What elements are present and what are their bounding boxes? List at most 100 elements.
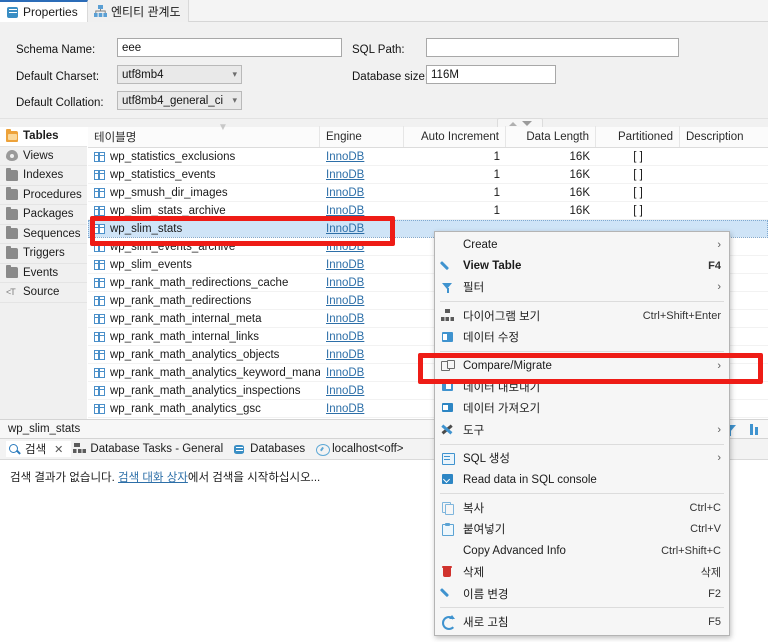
table-row-name-cell[interactable]: wp_rank_math_redirections [88,292,320,310]
table-row-engine-cell[interactable]: InnoDB [320,148,404,166]
table-row-partitioned-cell[interactable]: [ ] [596,148,680,166]
table-row-engine-cell[interactable]: InnoDB [320,166,404,184]
table-row-name-cell[interactable]: wp_rank_math_internal_meta [88,310,320,328]
nav-item-views[interactable]: Views [0,147,87,166]
table-row[interactable]: wp_smush_dir_images InnoDB 1 16K[ ] [88,184,768,202]
table-row-engine-cell[interactable]: InnoDB [320,346,404,364]
menu-item-붙여넣기[interactable]: 붙여넣기 Ctrl+V [435,519,729,540]
table-row-name-cell[interactable]: wp_rank_math_redirections_cache [88,274,320,292]
engine-link[interactable]: InnoDB [326,349,364,361]
table-row-auto-increment-cell[interactable]: 1 [404,148,506,166]
table-row-engine-cell[interactable]: InnoDB [320,256,404,274]
default-charset-select[interactable]: utf8mb4 ▾ [117,65,242,84]
bottom-tab-database-tasks[interactable]: Database Tasks - General [71,442,231,456]
collapse-up-icon[interactable] [508,121,517,126]
table-row-name-cell[interactable]: wp_rank_math_analytics_objects [88,346,320,364]
table-row-description-cell[interactable] [680,166,768,184]
column-header-name[interactable]: 테이블명 ▼ [88,122,320,147]
table-row-partitioned-cell[interactable]: [ ] [596,202,680,220]
menu-item-copy-advanced-info[interactable]: Copy Advanced Info Ctrl+Shift+C [435,540,729,561]
sql-path-input[interactable] [426,38,679,57]
table-row[interactable]: wp_slim_stats_archive InnoDB 1 16K[ ] [88,202,768,220]
table-row-name-cell[interactable]: wp_rank_math_internal_links [88,328,320,346]
menu-item-view-table[interactable]: View Table F4 [435,255,729,276]
column-header-description[interactable]: Description [680,126,768,147]
table-row-auto-increment-cell[interactable]: 1 [404,166,506,184]
table-row-auto-increment-cell[interactable]: 1 [404,202,506,220]
table-row-data-length-cell[interactable]: 16K [506,184,596,202]
engine-link[interactable]: InnoDB [326,295,364,307]
nav-item-indexes[interactable]: Indexes [0,166,87,186]
table-row-description-cell[interactable] [680,202,768,220]
menu-item-다이어그램-보기[interactable]: 다이어그램 보기 Ctrl+Shift+Enter [435,305,729,326]
table-row-name-cell[interactable]: wp_slim_stats [88,220,320,238]
engine-link[interactable]: InnoDB [326,277,364,289]
table-row-partitioned-cell[interactable]: [ ] [596,166,680,184]
table-row[interactable]: wp_statistics_events InnoDB 1 16K[ ] [88,166,768,184]
tab-entity-diagram[interactable]: 엔티티 관계도 [88,0,189,22]
nav-item-packages[interactable]: Packages [0,205,87,225]
menu-item-복사[interactable]: 복사 Ctrl+C [435,497,729,518]
menu-item-데이터-가져오기[interactable]: 데이터 가져오기 [435,398,729,419]
menu-item-이름-변경[interactable]: 이름 변경 F2 [435,583,729,604]
menu-item-sql-생성[interactable]: SQL 생성 › [435,448,729,469]
menu-item-compare/migrate[interactable]: Compare/Migrate › [435,355,729,376]
table-row-engine-cell[interactable]: InnoDB [320,274,404,292]
menu-item-create[interactable]: Create › [435,234,729,255]
bottom-tab-localhost[interactable]: localhost<off> [313,443,411,456]
table-row-auto-increment-cell[interactable]: 1 [404,184,506,202]
column-header-engine[interactable]: Engine [320,126,404,147]
default-collation-select[interactable]: utf8mb4_general_ci ▾ [117,91,242,110]
table-row-name-cell[interactable]: wp_smush_dir_images [88,184,320,202]
bottom-tab-search[interactable]: 검색 ✕ [6,441,72,457]
table-row-engine-cell[interactable]: InnoDB [320,184,404,202]
table-row-engine-cell[interactable]: InnoDB [320,220,404,238]
columns-icon[interactable] [748,423,762,437]
table-row-partitioned-cell[interactable]: [ ] [596,184,680,202]
engine-link[interactable]: InnoDB [326,313,364,325]
table-row-name-cell[interactable]: wp_rank_math_analytics_keyword_manager [88,364,320,382]
engine-link[interactable]: InnoDB [326,403,364,415]
nav-item-sequences[interactable]: Sequences [0,225,87,244]
menu-item-데이터-수정[interactable]: 데이터 수정 [435,327,729,348]
table-row[interactable]: wp_statistics_exclusions InnoDB 1 16K[ ] [88,148,768,166]
table-row-name-cell[interactable]: wp_rank_math_analytics_inspections [88,382,320,400]
schema-name-input[interactable]: eee [117,38,342,57]
engine-link[interactable]: InnoDB [326,169,364,181]
table-row-engine-cell[interactable]: InnoDB [320,382,404,400]
table-row-engine-cell[interactable]: InnoDB [320,238,404,256]
engine-link[interactable]: InnoDB [326,259,364,271]
engine-link[interactable]: InnoDB [326,205,364,217]
column-header-auto-increment[interactable]: Auto Increment [404,126,506,147]
engine-link[interactable]: InnoDB [326,385,364,397]
table-row-description-cell[interactable] [680,184,768,202]
menu-item-새로-고침[interactable]: 새로 고침 F5 [435,611,729,632]
engine-link[interactable]: InnoDB [326,223,364,235]
table-row-data-length-cell[interactable]: 16K [506,202,596,220]
nav-item-events[interactable]: Events [0,264,87,283]
close-icon[interactable]: ✕ [54,443,63,456]
menu-item-필터[interactable]: 필터 › [435,277,729,298]
engine-link[interactable]: InnoDB [326,187,364,199]
engine-link[interactable]: InnoDB [326,241,364,253]
nav-item-procedures[interactable]: Procedures [0,186,87,205]
column-header-partitioned[interactable]: Partitioned [596,126,680,147]
nav-item-tables[interactable]: Tables [0,127,87,147]
table-row-description-cell[interactable] [680,148,768,166]
menu-item-삭제[interactable]: 삭제 삭제 [435,561,729,582]
table-row-engine-cell[interactable]: InnoDB [320,310,404,328]
table-row-data-length-cell[interactable]: 16K [506,148,596,166]
table-row-name-cell[interactable]: wp_slim_stats_archive [88,202,320,220]
engine-link[interactable]: InnoDB [326,331,364,343]
table-row-engine-cell[interactable]: InnoDB [320,328,404,346]
search-dialog-link[interactable]: 검색 대화 상자 [118,472,188,484]
engine-link[interactable]: InnoDB [326,367,364,379]
tab-properties[interactable]: Properties [0,0,88,22]
column-header-data-length[interactable]: Data Length [506,126,596,147]
engine-link[interactable]: InnoDB [326,151,364,163]
table-row-name-cell[interactable]: wp_slim_events_archive [88,238,320,256]
nav-item-source[interactable]: <T Source [0,283,87,303]
menu-item-read-data-in-sql-console[interactable]: Read data in SQL console [435,469,729,490]
table-row-name-cell[interactable]: wp_statistics_events [88,166,320,184]
menu-item-데이터-내보내기[interactable]: 데이터 내보내기 [435,376,729,397]
